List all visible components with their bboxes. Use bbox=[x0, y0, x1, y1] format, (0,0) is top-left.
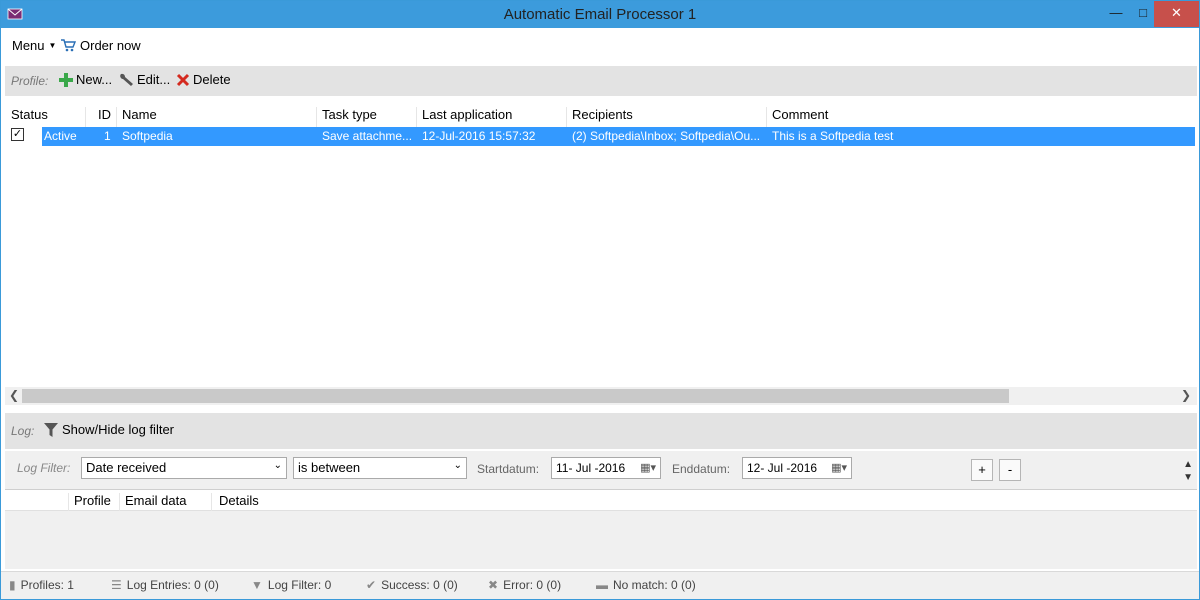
scroll-right-icon[interactable]: ❯ bbox=[1181, 388, 1191, 402]
column-id[interactable]: ID bbox=[93, 107, 117, 127]
end-date-label: Enddatum: bbox=[672, 462, 731, 476]
start-date-value: 11- Jul -2016 bbox=[556, 461, 626, 475]
delete-label: Delete bbox=[193, 72, 231, 87]
new-profile-button[interactable]: New... bbox=[59, 72, 112, 87]
row-name: Softpedia bbox=[122, 129, 173, 143]
new-label: New... bbox=[76, 72, 113, 87]
minus-icon: ▬ bbox=[596, 578, 608, 592]
cart-icon bbox=[61, 39, 76, 52]
profile-label: Profile: bbox=[11, 74, 49, 88]
calendar-icon[interactable]: ▦▾ bbox=[831, 461, 847, 474]
column-details[interactable]: Details bbox=[214, 493, 414, 513]
start-date-label: Startdatum: bbox=[477, 462, 540, 476]
add-filter-button[interactable]: + bbox=[971, 459, 993, 481]
status-log-entries-text: Log Entries: 0 (0) bbox=[126, 578, 219, 592]
status-log-filter: ▼ Log Filter: 0 bbox=[251, 578, 331, 592]
title-bar[interactable]: Automatic Email Processor 1 — □ ✕ bbox=[1, 1, 1199, 28]
column-status[interactable]: Status bbox=[6, 107, 86, 127]
calendar-icon[interactable]: ▦▾ bbox=[640, 461, 656, 474]
delete-profile-button[interactable]: Delete bbox=[176, 72, 231, 87]
column-email-data[interactable]: Email data bbox=[120, 493, 212, 513]
profile-enabled-checkbox[interactable]: ✓ bbox=[11, 128, 24, 141]
filter-operator-select[interactable]: is between ⌄ bbox=[293, 457, 467, 479]
column-recipients[interactable]: Recipients bbox=[567, 107, 767, 127]
status-error: ✖ Error: 0 (0) bbox=[488, 578, 561, 592]
status-log-entries: ☰ Log Entries: 0 (0) bbox=[111, 578, 219, 592]
window-title: Automatic Email Processor 1 bbox=[503, 6, 697, 23]
profile-toolbar: Profile: New... Edit... Delete bbox=[5, 66, 1197, 96]
chevron-down-icon[interactable]: ▼ bbox=[1183, 472, 1193, 483]
horizontal-scrollbar[interactable]: ❮ ❯ bbox=[5, 387, 1197, 405]
status-success: ✔ Success: 0 (0) bbox=[366, 578, 458, 592]
order-now-label: Order now bbox=[80, 38, 141, 53]
column-blank bbox=[5, 493, 69, 513]
edit-label: Edit... bbox=[137, 72, 171, 87]
end-date-picker[interactable]: 12- Jul -2016 ▦▾ bbox=[742, 457, 852, 479]
log-table-header: Profile Email data Details bbox=[5, 489, 1197, 513]
x-icon: ✖ bbox=[488, 578, 499, 592]
status-no-match: ▬ No match: 0 (0) bbox=[596, 578, 696, 592]
status-no-match-text: No match: 0 (0) bbox=[613, 578, 696, 592]
row-comment: This is a Softpedia test bbox=[772, 129, 894, 143]
scrollbar-thumb[interactable] bbox=[22, 389, 1009, 403]
menu-dropdown[interactable]: Menu ▼ bbox=[12, 38, 56, 53]
chevron-down-icon: ▼ bbox=[48, 41, 57, 50]
filter-field-select[interactable]: Date received ⌄ bbox=[81, 457, 287, 479]
status-success-text: Success: 0 (0) bbox=[381, 578, 458, 592]
table-row[interactable]: Active 1 Softpedia Save attachme... 12-J… bbox=[42, 127, 1195, 146]
log-table-body bbox=[5, 511, 1197, 569]
status-log-filter-text: Log Filter: 0 bbox=[267, 578, 332, 592]
list-icon: ☰ bbox=[111, 578, 122, 592]
edit-profile-button[interactable]: Edit... bbox=[118, 72, 170, 87]
toggle-log-filter-label: Show/Hide log filter bbox=[62, 422, 174, 437]
minimize-icon[interactable]: — bbox=[1101, 1, 1131, 27]
row-last-application: 12-Jul-2016 15:57:32 bbox=[422, 129, 536, 143]
column-profile[interactable]: Profile bbox=[69, 493, 120, 513]
remove-filter-button[interactable]: - bbox=[999, 459, 1021, 481]
plus-icon bbox=[59, 72, 73, 87]
scroll-left-icon[interactable]: ❮ bbox=[9, 388, 19, 402]
log-toolbar: Log: Show/Hide log filter bbox=[5, 413, 1197, 449]
funnel-icon: ▼ bbox=[251, 578, 263, 592]
status-error-text: Error: 0 (0) bbox=[503, 578, 562, 592]
start-date-picker[interactable]: 11- Jul -2016 ▦▾ bbox=[551, 457, 661, 479]
toggle-log-filter-button[interactable]: Show/Hide log filter bbox=[44, 422, 174, 437]
row-recipients: (2) Softpedia\Inbox; Softpedia\Ou... bbox=[572, 129, 761, 143]
app-window: Automatic Email Processor 1 — □ ✕ Menu ▼… bbox=[0, 0, 1200, 600]
profiles-table-header: Status ID Name Task type Last applicatio… bbox=[6, 103, 1197, 127]
row-status: Active bbox=[44, 129, 77, 143]
profiles-table: Status ID Name Task type Last applicatio… bbox=[5, 102, 1197, 405]
order-now-button[interactable]: Order now bbox=[61, 38, 141, 53]
funnel-icon bbox=[44, 422, 58, 437]
menu-bar: Menu ▼ Order now bbox=[1, 28, 1199, 64]
log-filter-bar: Log Filter: Date received ⌄ is between ⌄… bbox=[5, 451, 1197, 489]
status-bar: ▮ Profiles: 1 ☰ Log Entries: 0 (0) ▼ Log… bbox=[1, 571, 1199, 599]
chevron-down-icon: ⌄ bbox=[273, 460, 282, 471]
row-id: 1 bbox=[104, 129, 111, 143]
status-profiles: ▮ Profiles: 1 bbox=[9, 578, 74, 592]
document-icon: ▮ bbox=[9, 578, 16, 592]
row-task-type: Save attachme... bbox=[322, 129, 413, 143]
chevron-down-icon: ⌄ bbox=[453, 460, 462, 471]
column-name[interactable]: Name bbox=[117, 107, 317, 127]
column-comment[interactable]: Comment bbox=[767, 107, 1197, 127]
close-icon[interactable]: ✕ bbox=[1154, 1, 1199, 27]
filter-operator-value: is between bbox=[298, 460, 361, 475]
chevron-up-icon[interactable]: ▲ bbox=[1183, 459, 1193, 470]
menu-label: Menu bbox=[12, 38, 45, 53]
status-profiles-text: Profiles: 1 bbox=[20, 578, 74, 592]
log-label: Log: bbox=[11, 424, 35, 438]
delete-x-icon bbox=[176, 73, 190, 86]
filter-field-value: Date received bbox=[86, 460, 167, 475]
log-filter-label: Log Filter: bbox=[17, 461, 71, 475]
wrench-icon bbox=[120, 73, 133, 86]
end-date-value: 12- Jul -2016 bbox=[747, 461, 818, 475]
column-last-application[interactable]: Last application bbox=[417, 107, 567, 127]
column-task-type[interactable]: Task type bbox=[317, 107, 417, 127]
check-icon: ✔ bbox=[366, 578, 377, 592]
